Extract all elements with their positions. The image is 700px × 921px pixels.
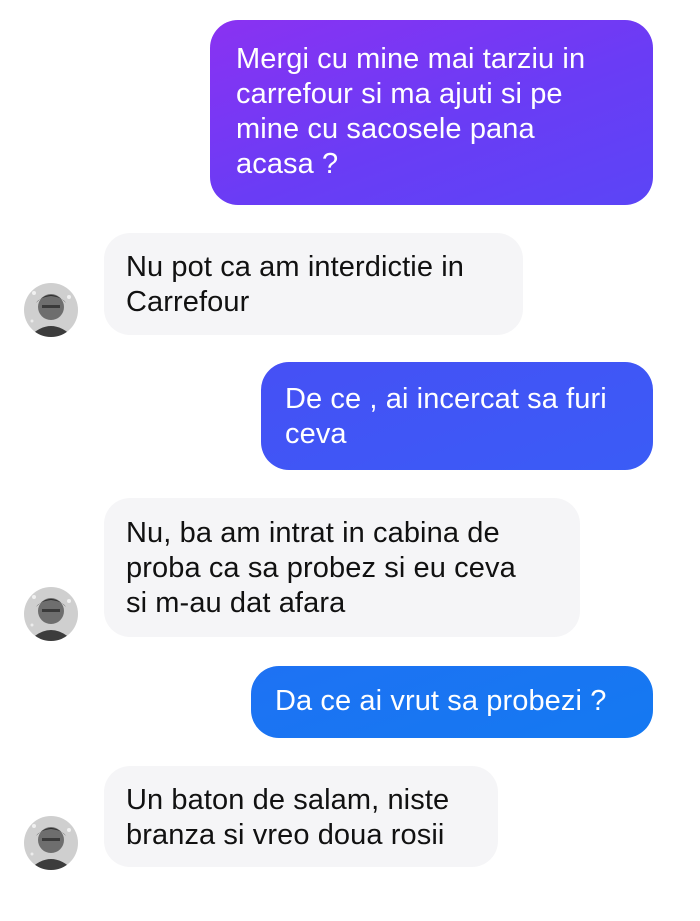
contact-avatar-icon[interactable] xyxy=(24,587,78,641)
contact-avatar-icon[interactable] xyxy=(24,283,78,337)
outgoing-message[interactable]: Mergi cu mine mai tarziu in carrefour si… xyxy=(210,20,653,205)
outgoing-message[interactable]: Da ce ai vrut sa probezi ? xyxy=(251,666,653,738)
outgoing-message[interactable]: De ce , ai incercat sa furi ceva xyxy=(261,362,653,470)
incoming-message[interactable]: Nu, ba am intrat in cabina de proba ca s… xyxy=(104,498,580,637)
incoming-message[interactable]: Nu pot ca am interdictie in Carrefour xyxy=(104,233,523,335)
contact-avatar-icon[interactable] xyxy=(24,816,78,870)
incoming-message[interactable]: Un baton de salam, niste branza si vreo … xyxy=(104,766,498,867)
